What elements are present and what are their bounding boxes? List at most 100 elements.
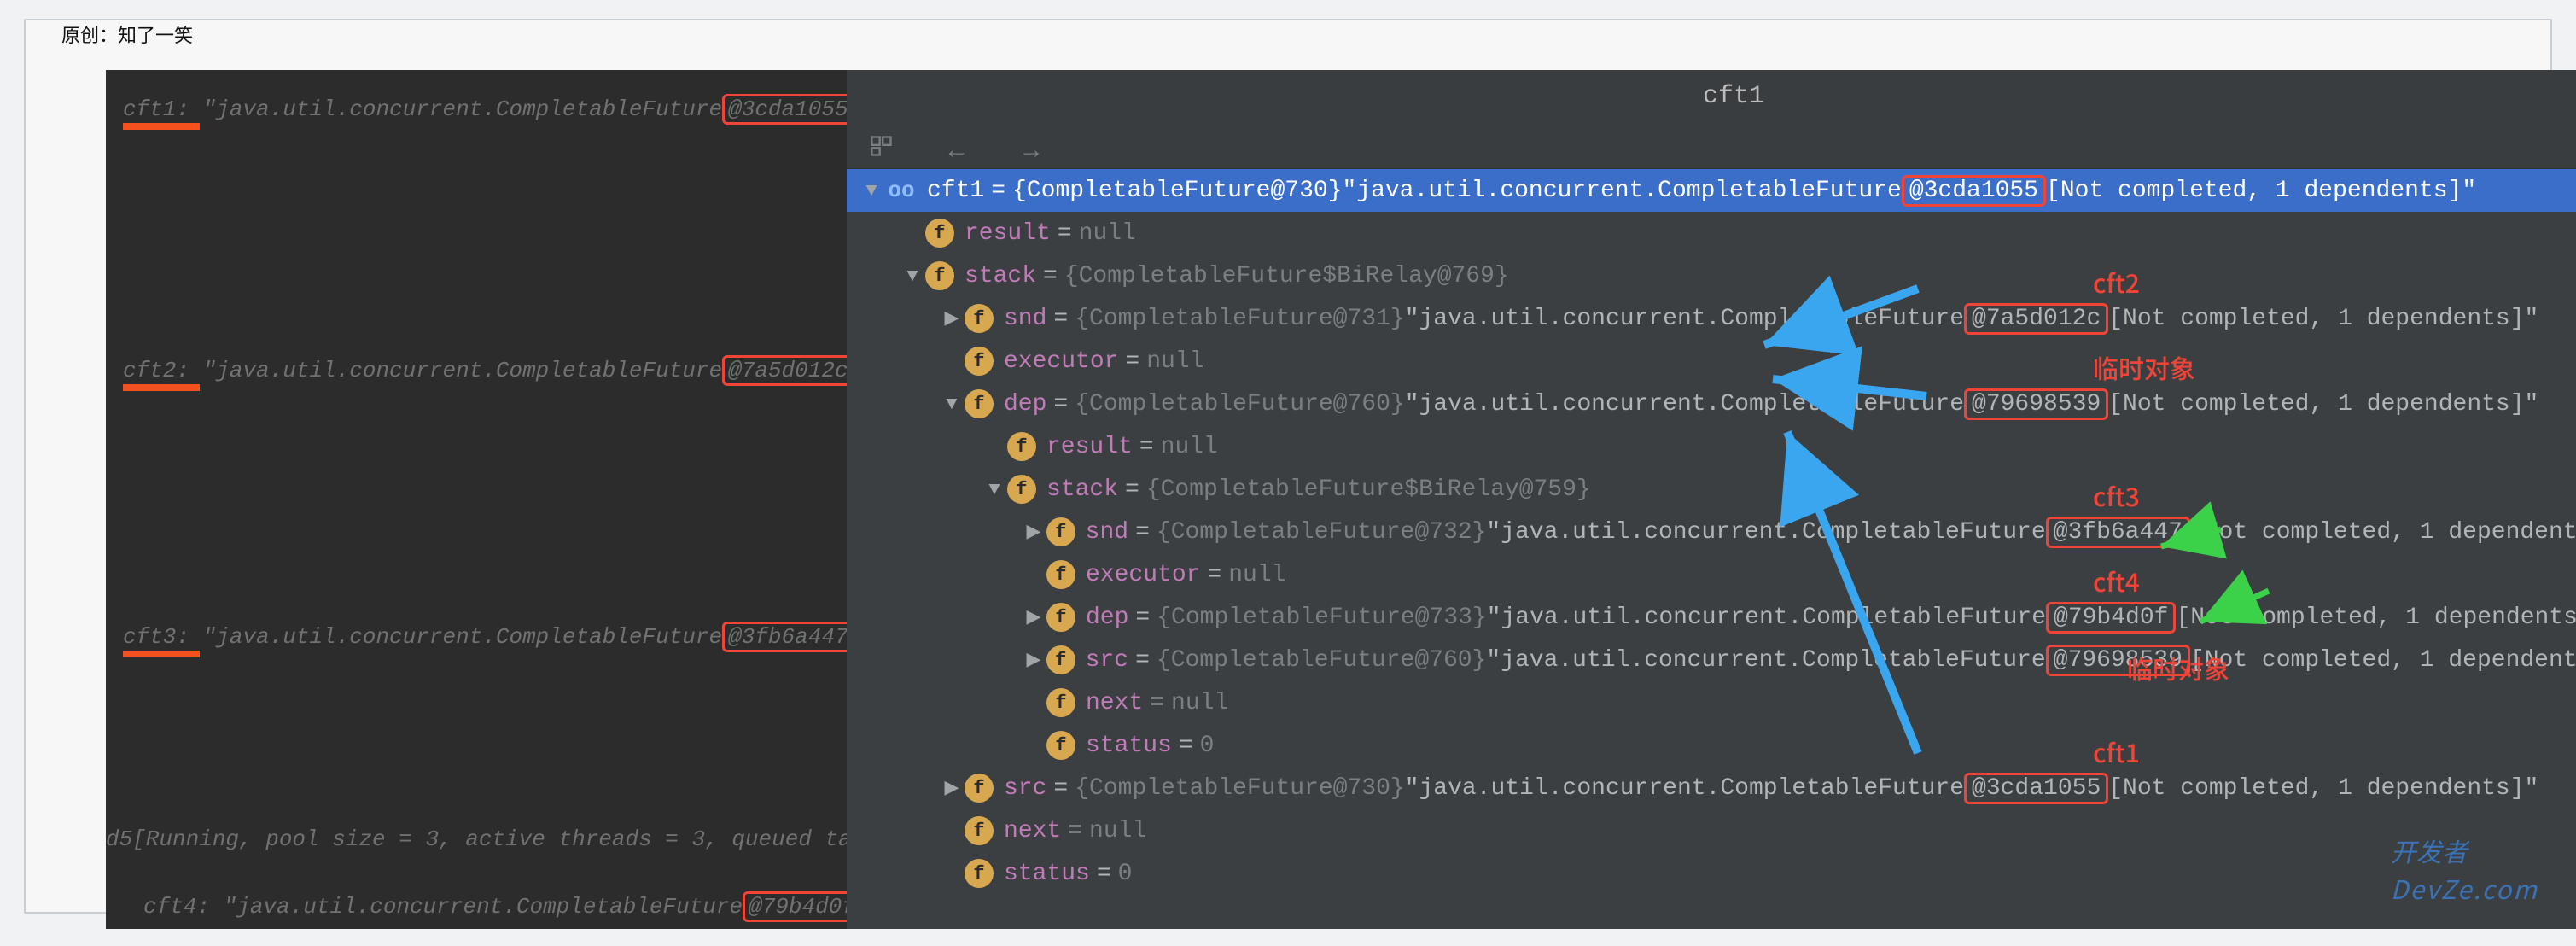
- watermark-bottom: DevZe.com: [2391, 869, 2538, 907]
- hash-box: @79b4d0f: [743, 891, 847, 922]
- tree-row-dep[interactable]: ▼fdep={CompletableFuture@760} "java.util…: [847, 382, 2576, 425]
- hash-box: @79698539: [1964, 388, 2108, 420]
- origin-caption: 原创：知了一笑: [61, 20, 193, 48]
- watch-expr-2[interactable]: cft3: "java.util.concurrent.CompletableF…: [123, 622, 847, 652]
- watch-expr-1[interactable]: cft2: "java.util.concurrent.CompletableF…: [123, 355, 847, 386]
- var-type: null: [1079, 220, 1136, 247]
- field-icon: f: [1007, 432, 1036, 461]
- object-icon: oo: [884, 173, 918, 207]
- annot-cft2: cft2: [2093, 263, 2140, 301]
- pool-status-line: d5[Running, pool size = 3, active thread…: [106, 826, 847, 852]
- annot-临时对象-2: 临时对象: [2127, 649, 2229, 686]
- watermark-top: 开发者: [2391, 832, 2468, 869]
- field-icon: f: [965, 304, 994, 333]
- tree-row-next[interactable]: fnext=null: [847, 681, 2576, 724]
- field-icon: f: [965, 347, 994, 376]
- var-type: {CompletableFuture@732}: [1157, 519, 1486, 546]
- var-name: dep: [1086, 604, 1128, 631]
- tree-row-status[interactable]: fstatus=0: [847, 724, 2576, 767]
- tree-row-result[interactable]: fresult=null: [847, 212, 2576, 254]
- var-type: null: [1089, 818, 1146, 844]
- view-mode-icon[interactable]: [862, 126, 901, 166]
- var-name: stack: [1046, 476, 1118, 503]
- tree-row-status[interactable]: fstatus=0: [847, 852, 2576, 895]
- watch-underline: [123, 384, 200, 391]
- field-icon: f: [1046, 560, 1075, 589]
- caret-icon[interactable]: ▼: [900, 266, 925, 287]
- watch-expr-3[interactable]: cft4: "java.util.concurrent.CompletableF…: [143, 891, 847, 922]
- var-name: snd: [1086, 519, 1128, 546]
- nav-back-icon[interactable]: ←: [937, 132, 976, 172]
- tree-row-next[interactable]: fnext=null: [847, 809, 2576, 852]
- field-icon: f: [1007, 475, 1036, 504]
- var-type: null: [1146, 348, 1203, 375]
- hash-box: @7a5d012c: [1964, 303, 2108, 335]
- debug-tab-cft1[interactable]: cft1: [1703, 70, 1764, 111]
- hash-box: @3cda1055: [1964, 773, 2108, 804]
- var-name: snd: [1004, 306, 1046, 332]
- var-name: executor: [1086, 562, 1200, 588]
- var-name: status: [1086, 733, 1172, 759]
- field-icon: f: [965, 389, 994, 418]
- watch-expr-0[interactable]: cft1: "java.util.concurrent.CompletableF…: [123, 94, 847, 125]
- caret-icon[interactable]: ▶: [939, 307, 965, 330]
- caret-icon[interactable]: ▼: [982, 479, 1007, 500]
- var-type: 0: [1200, 733, 1215, 759]
- annot-临时对象: 临时对象: [2093, 348, 2195, 386]
- var-name: next: [1004, 818, 1061, 844]
- var-type: {CompletableFuture$BiRelay@769}: [1064, 263, 1509, 289]
- tree-row-executor[interactable]: fexecutor=null: [847, 340, 2576, 382]
- debugger-panel: cft1 ← → ▼oocft1={CompletableFuture@730}…: [847, 70, 2576, 929]
- debug-tabbar: cft1: [847, 70, 2576, 121]
- hash-box: @7a5d012c: [722, 355, 847, 386]
- nav-forward-icon[interactable]: →: [1011, 132, 1051, 172]
- tree-row-stack[interactable]: ▼fstack={CompletableFuture$BiRelay@759}: [847, 468, 2576, 511]
- var-name: stack: [965, 263, 1036, 289]
- tree-row-executor[interactable]: fexecutor=null: [847, 553, 2576, 596]
- hash-box: @3fb6a447: [722, 622, 847, 652]
- tree-row-snd[interactable]: ▶fsnd={CompletableFuture@732} "java.util…: [847, 511, 2576, 553]
- var-type: null: [1161, 434, 1218, 460]
- field-icon: f: [965, 816, 994, 845]
- var-type: 0: [1118, 861, 1133, 887]
- var-type: {CompletableFuture@730}: [1075, 775, 1404, 802]
- tree-row-result[interactable]: fresult=null: [847, 425, 2576, 468]
- var-name: next: [1086, 690, 1143, 716]
- var-name: executor: [1004, 348, 1118, 375]
- tree-row-src[interactable]: ▶fsrc={CompletableFuture@760} "java.util…: [847, 639, 2576, 681]
- field-icon: f: [1046, 517, 1075, 546]
- caret-icon[interactable]: ▶: [939, 777, 965, 799]
- hash-box: @3cda1055: [722, 94, 847, 125]
- field-icon: f: [965, 774, 994, 803]
- screenshot-canvas: 原创：知了一笑 cft1: "java.util.concurrent.Comp…: [24, 19, 2552, 914]
- var-type: null: [1171, 690, 1228, 716]
- tree-row-src[interactable]: ▶fsrc={CompletableFuture@730} "java.util…: [847, 767, 2576, 809]
- caret-icon[interactable]: ▶: [1021, 521, 1046, 543]
- field-icon: f: [1046, 688, 1075, 717]
- annot-cft3: cft3: [2093, 476, 2140, 514]
- variables-tree[interactable]: ▼oocft1={CompletableFuture@730} "java.ut…: [847, 169, 2576, 895]
- field-icon: f: [1046, 603, 1075, 632]
- var-type: {CompletableFuture@733}: [1157, 604, 1486, 631]
- hash-box: @3fb6a447: [2046, 517, 2190, 548]
- var-type: {CompletableFuture@760}: [1075, 391, 1404, 418]
- caret-icon[interactable]: ▶: [1021, 606, 1046, 628]
- tree-row-cft1[interactable]: ▼oocft1={CompletableFuture@730} "java.ut…: [847, 169, 2576, 212]
- field-icon: f: [925, 261, 954, 290]
- caret-icon[interactable]: ▼: [939, 394, 965, 415]
- hash-box: @3cda1055: [1902, 175, 2046, 207]
- var-type: null: [1228, 562, 1285, 588]
- site-watermark: 开发者 DevZe.com: [2391, 832, 2538, 907]
- var-type: {CompletableFuture$BiRelay@759}: [1146, 476, 1591, 503]
- var-type: {CompletableFuture@731}: [1075, 306, 1404, 332]
- tree-row-stack[interactable]: ▼fstack={CompletableFuture$BiRelay@769}: [847, 254, 2576, 297]
- tree-row-dep[interactable]: ▶fdep={CompletableFuture@733} "java.util…: [847, 596, 2576, 639]
- var-type: {CompletableFuture@760}: [1157, 647, 1486, 674]
- hash-box: @79b4d0f: [2046, 602, 2176, 634]
- caret-icon[interactable]: ▼: [859, 180, 884, 201]
- var-name: result: [1046, 434, 1133, 460]
- var-name: src: [1086, 647, 1128, 674]
- console-panel: cft1: "java.util.concurrent.CompletableF…: [106, 70, 847, 929]
- caret-icon[interactable]: ▶: [1021, 649, 1046, 671]
- tree-row-snd[interactable]: ▶fsnd={CompletableFuture@731} "java.util…: [847, 297, 2576, 340]
